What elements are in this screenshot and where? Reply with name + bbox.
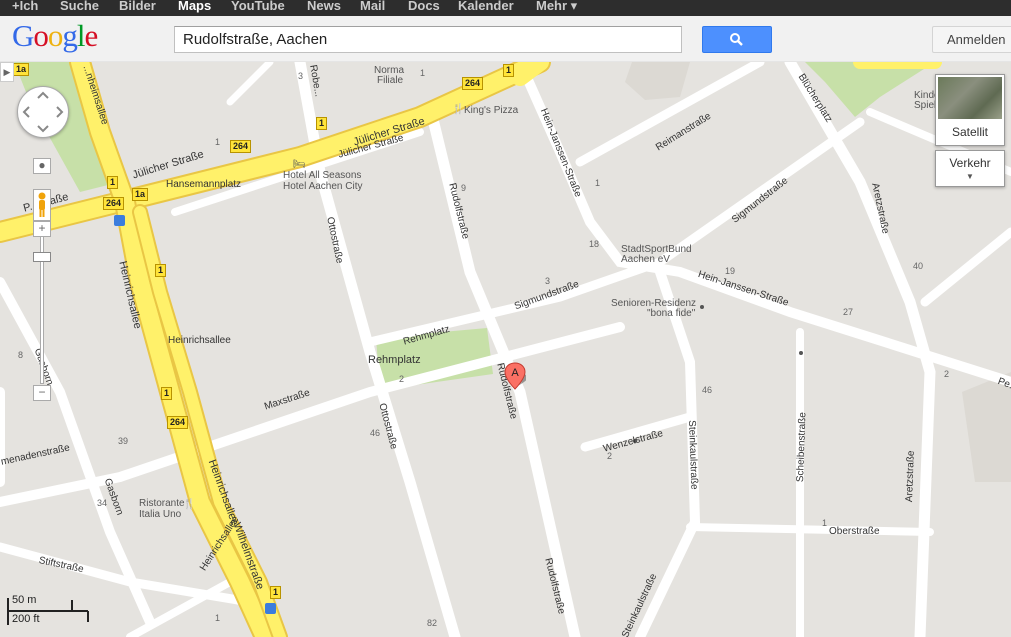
street-label: Aretzstraße <box>904 450 917 503</box>
house-number: 1 <box>215 137 221 147</box>
house-number: 40 <box>913 261 924 271</box>
gbar-link-images[interactable]: Bilder <box>119 0 156 14</box>
poi-label[interactable]: Italia Uno <box>139 509 181 521</box>
map-canvas[interactable]: Jülicher Straße Jülicher Straße Jülicher… <box>0 62 1011 637</box>
dot-icon: ● <box>38 158 46 172</box>
house-number: 2 <box>399 374 405 384</box>
scale-metric: 50 m <box>12 594 37 606</box>
zoom-slider-handle[interactable] <box>33 252 51 262</box>
house-number: 1 <box>215 613 221 623</box>
route-shield: 1 <box>270 586 282 599</box>
route-shield: 1a <box>132 188 149 201</box>
poi-label[interactable]: Hotel Aachen City <box>283 181 363 193</box>
house-number: 1 <box>822 518 828 528</box>
house-number: 3 <box>545 276 551 286</box>
house-number: 46 <box>370 428 381 438</box>
house-number: 2 <box>607 451 613 461</box>
gbar-link-youtube[interactable]: YouTube <box>231 0 285 14</box>
house-number: 9 <box>461 183 467 193</box>
traffic-label: Verkehr <box>949 156 991 170</box>
search-input[interactable]: Rudolfstraße, Aachen <box>174 26 682 53</box>
poi-label[interactable]: King's Pizza <box>464 105 518 117</box>
gbar-link-calendar[interactable]: Kalender <box>458 0 514 14</box>
bus-stop-icon <box>114 215 125 226</box>
route-shield: 1 <box>161 387 173 400</box>
house-number: 46 <box>702 385 713 395</box>
route-shield: 264 <box>167 416 189 429</box>
search-button[interactable] <box>702 26 772 53</box>
bus-stop-icon <box>265 603 276 614</box>
route-shield: 264 <box>230 140 252 153</box>
collapse-panel-button[interactable]: ▶ <box>0 62 14 82</box>
poi-label[interactable]: Spiel <box>914 100 936 112</box>
gbar-link-plus[interactable]: +Ich <box>12 0 38 14</box>
zoom-out-button[interactable]: − <box>33 385 51 401</box>
route-shield: 1 <box>107 176 119 189</box>
gbar-link-mail[interactable]: Mail <box>360 0 385 14</box>
search-icon <box>730 33 743 46</box>
park-label: Rehmplatz <box>368 354 421 366</box>
house-number: 39 <box>118 436 129 446</box>
house-number: 8 <box>18 350 24 360</box>
house-number: 1 <box>420 68 426 78</box>
gbar-link-search[interactable]: Suche <box>60 0 99 14</box>
house-number: 1 <box>595 178 601 188</box>
scale-bar: 50 m 200 ft <box>6 592 90 632</box>
street-view-pegman[interactable] <box>33 189 51 221</box>
gbar-link-maps[interactable]: Maps <box>178 0 211 14</box>
gbar-link-more[interactable]: Mehr ▾ <box>536 0 577 14</box>
street-label: Scheibenstraße <box>795 411 809 483</box>
restaurant-icon: 🍴 <box>183 499 196 510</box>
pan-control[interactable] <box>17 86 69 138</box>
route-shield: 264 <box>462 77 484 90</box>
route-shield: 1 <box>503 64 515 77</box>
pan-arrows-icon <box>22 91 64 133</box>
google-bar: +Ich Suche Bilder Maps YouTube News Mail… <box>0 0 1011 16</box>
header: Google Rudolfstraße, Aachen Anmelden <box>0 16 1011 62</box>
satellite-label: Satellit <box>951 125 989 139</box>
signin-button[interactable]: Anmelden <box>932 26 1011 53</box>
route-shield: 264 <box>103 197 125 210</box>
place-label: Hansemannplatz <box>166 179 242 190</box>
scale-imperial: 200 ft <box>12 613 40 625</box>
house-number: 18 <box>589 239 600 249</box>
house-number: 19 <box>725 266 736 276</box>
poi-label[interactable]: Aachen eV <box>621 254 670 266</box>
place-label: Heinrichsallee <box>168 335 231 346</box>
route-shield: 1 <box>316 117 328 130</box>
route-shield: 1 <box>155 264 167 277</box>
google-logo[interactable]: Google <box>12 18 98 54</box>
gbar-link-news[interactable]: News <box>307 0 341 14</box>
gbar-link-docs[interactable]: Docs <box>408 0 440 14</box>
zoom-in-button[interactable]: + <box>33 221 51 237</box>
route-shield: 1a <box>13 63 30 76</box>
chevron-down-icon: ▼ <box>966 172 974 181</box>
pegman-icon <box>38 192 46 217</box>
house-number: 82 <box>427 618 438 628</box>
house-number: 34 <box>97 498 108 508</box>
street-label: Steinkaulstraße <box>686 420 700 490</box>
map-tiles <box>0 62 1011 637</box>
house-number: 3 <box>298 71 304 81</box>
street-label: Oberstraße <box>829 526 880 537</box>
satellite-thumbnail <box>938 77 1002 119</box>
reset-view-button[interactable]: ● <box>33 158 51 174</box>
satellite-toggle[interactable]: Satellit <box>935 74 1005 146</box>
restaurant-icon: 🍴 <box>452 104 465 115</box>
location-marker-icon[interactable]: A <box>504 362 526 402</box>
house-number: 27 <box>843 307 854 317</box>
poi-label[interactable]: Filiale <box>377 75 403 87</box>
traffic-dropdown[interactable]: Verkehr ▼ <box>935 150 1005 187</box>
poi-label[interactable]: "bona fide" <box>647 308 695 320</box>
house-number: 2 <box>944 369 950 379</box>
marker-letter: A <box>511 367 519 379</box>
